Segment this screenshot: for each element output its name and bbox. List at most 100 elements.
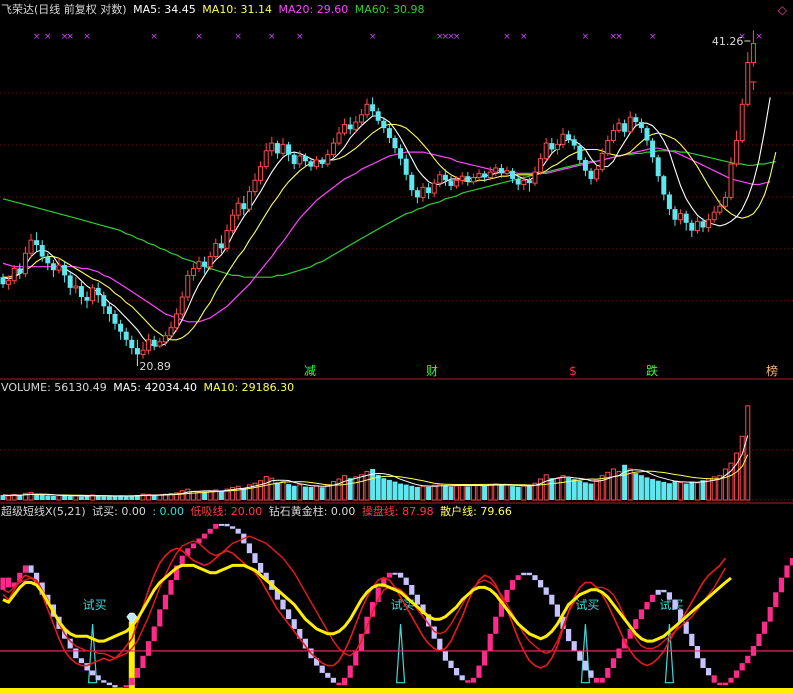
step-bar-pink [157,609,163,627]
step-bar-pink [342,677,348,686]
candle-body-down [84,297,90,301]
volume-ma10-readout: MA10: 29186.30 [203,381,295,394]
step-bar-lavender [694,646,700,659]
candle-body-up [90,287,96,302]
step-bar-pink [202,533,208,539]
volume-bar-down [672,480,678,500]
ma20-readout: MA20: 29.60 [278,3,349,16]
volume-bar-up [325,484,331,501]
candle-body-up [358,114,364,123]
candle-body-down [661,176,667,195]
step-bar-pink [594,677,600,683]
volume-bar-down [62,495,68,500]
volume-bar-up [280,481,286,501]
ma5-line [2,97,771,347]
candle-body-up [364,103,370,116]
step-bar-lavender [549,594,555,605]
candle-body-up [420,186,426,198]
step-bar-pink [465,680,471,683]
sep-readout: : 0.00 [152,505,185,518]
volume-bar-down [319,487,325,500]
candle-body-down [414,190,420,198]
volume-bar-up [599,475,605,501]
candle-body-down [403,158,409,175]
candle-body-down [62,265,68,276]
candle-body-up [454,179,460,187]
volume-bar-up [538,478,544,501]
candle-body-up [235,202,241,216]
volume-bar-down [655,480,661,500]
candle-body-down [39,245,45,257]
step-bar-lavender [224,523,230,527]
candle-body-up [314,159,320,168]
volume-bar-up [6,495,12,501]
event-marker: × [83,32,91,42]
candle-body-up [554,143,560,151]
candle-body-down [689,222,695,231]
step-bar-pink [123,685,129,688]
stock-chart[interactable]: ×××××××××××××××××××××××××××××41.2620.89减… [0,0,793,694]
volume-bar-up [263,476,269,501]
volume-bar-down [67,496,73,500]
step-bar-pink [616,648,622,659]
candle-body-down [106,306,112,314]
volume-bar-up [358,474,364,501]
step-bar-pink [134,668,140,678]
candle-body-down [672,209,678,220]
candle-body-up [28,239,34,254]
candle-body-down [95,287,101,296]
candle-body-up [263,150,269,168]
candle-body-up [73,285,79,289]
step-bar-lavender [106,682,112,686]
step-bar-pink [22,565,28,573]
step-bar-lavender [409,584,415,595]
step-bar-lavender [571,641,577,651]
event-marker: × [195,32,203,42]
ma10-line [3,123,777,341]
candle-body-down [638,122,644,129]
step-bar-pink [510,580,516,590]
event-marker: × [503,32,511,42]
low-price-label: 20.89 [139,360,171,373]
step-bar-lavender [448,660,454,669]
candle-body-down [370,104,376,112]
op-readout: 操盘线: 87.98 [361,505,434,518]
volume-header: VOLUME: 56130.49 MA5: 42034.40 MA10: 291… [1,381,297,394]
candle-body-up [521,179,527,186]
event-marker: × [66,32,74,42]
step-bar-pink [336,682,342,686]
step-bar-pink [386,572,392,578]
candle-body-up [694,220,700,232]
candle-body-up [616,122,622,132]
volume-bar-up [560,475,566,501]
step-bar-pink [644,602,650,610]
candle-body-up [213,242,219,258]
volume-bar-down [291,485,297,500]
candle-body-up [750,42,756,63]
step-bar-lavender [235,528,241,534]
diamond-icon[interactable]: ◇ [778,3,787,17]
ma5-readout: MA5: 34.45 [133,3,196,16]
volume-bar-down [106,496,112,500]
candle-body-down [571,139,577,146]
volume-bar-up [605,471,611,501]
event-marker: × [268,32,276,42]
volume-bar-down [571,479,577,500]
volume-bar-down [286,484,292,500]
candle-body-down [319,159,325,164]
candle-body-up [179,296,185,315]
volume-bar-up [56,494,62,501]
step-bar-lavender [230,526,236,529]
step-bar-pink [745,655,751,664]
event-marker: × [615,32,623,42]
candle-body-up [543,142,549,160]
candle-body-up [168,327,174,337]
step-bar-lavender [330,677,336,683]
candle-body-up [6,280,12,285]
volume-bar-down [650,479,656,500]
candle-body-down [78,286,84,298]
candle-body-down [218,243,224,249]
bottom-strip [0,688,793,694]
volume-bar-up [610,468,616,501]
candle-body-down [633,117,639,123]
